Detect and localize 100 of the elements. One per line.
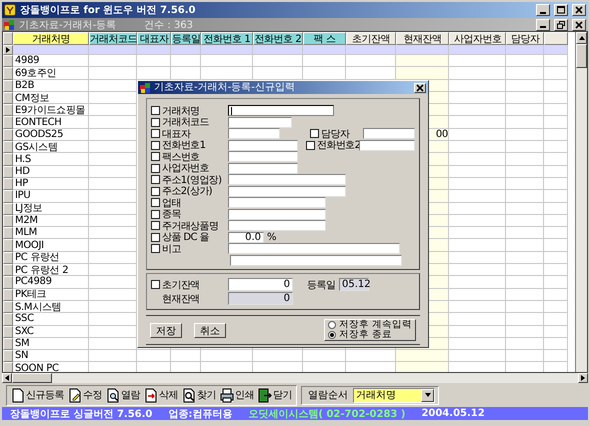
table-cell [449,116,506,129]
checkbox[interactable] [151,129,160,138]
column-header[interactable]: 팩 스 [303,32,346,45]
input-field[interactable] [228,162,298,174]
table-cell [544,178,568,190]
checkbox[interactable] [151,210,160,219]
toolbar-button[interactable]: 삭제 [143,386,179,404]
toolbar-button[interactable]: 닫기 [257,386,293,404]
checkbox[interactable] [151,175,160,184]
table-cell: S.M시스템 [13,300,89,314]
column-header[interactable] [544,32,568,45]
toolbar-button[interactable]: 인쇄 [219,386,255,404]
table-cell [449,239,506,252]
checkbox[interactable] [151,152,160,162]
field-label: 전화번호2 [317,139,359,152]
table-cell [506,239,544,252]
table-cell [506,214,544,228]
minimize-button[interactable] [536,4,550,16]
column-header[interactable]: 초기잔액 [346,32,396,45]
table-cell [506,326,544,338]
vertical-scrollbar[interactable] [575,32,587,372]
dialog-button[interactable]: 취소 [194,322,226,338]
table-cell: B2B [13,80,89,92]
toolbar-button[interactable]: 열람 [105,386,141,404]
radio-button[interactable] [328,321,336,329]
table-cell [171,45,201,55]
restore-button[interactable] [554,18,568,30]
radio-button[interactable] [328,331,336,339]
table-cell [449,104,506,116]
app-icon [4,4,16,16]
close-button[interactable] [414,82,426,92]
horizontal-scrollbar[interactable] [2,373,588,383]
table-cell [506,350,544,362]
checkbox[interactable] [151,186,160,196]
input-field[interactable] [228,116,292,128]
option-label: 저장후 종료 [338,330,392,340]
input-field[interactable] [228,197,326,208]
column-header[interactable]: 전화번호 2 [253,32,303,45]
input-field[interactable] [228,220,326,232]
table-cell [506,264,544,276]
dialog-button[interactable]: 저장 [150,322,182,338]
toolbar-button[interactable]: 수정 [67,386,103,404]
page-magnifier-icon [106,388,120,402]
checkbox[interactable] [151,164,160,173]
checkbox[interactable] [310,129,319,138]
checkbox[interactable] [306,140,315,150]
input-field[interactable]: 0.0 [228,232,264,243]
column-header[interactable]: 거래처명 [13,32,89,45]
close-button[interactable] [572,4,586,16]
checkbox[interactable] [151,118,160,127]
checkbox[interactable] [151,221,160,230]
column-header[interactable]: 담당자 [506,32,544,45]
field-label: 대표자 [162,128,192,140]
input-field[interactable] [228,128,280,140]
table-cell [506,166,544,178]
table-cell [396,362,449,372]
checkbox[interactable] [151,280,160,289]
input-field[interactable] [228,151,298,162]
scroll-thumb[interactable] [576,44,587,68]
maximize-button[interactable] [554,4,568,16]
column-header[interactable]: 등록일 [171,32,201,45]
input-field[interactable] [228,174,346,186]
table-cell [506,252,544,264]
column-header[interactable]: 전화번호 1 [201,32,253,45]
row-header[interactable] [3,45,13,55]
checkbox[interactable] [151,140,160,150]
checkbox[interactable] [151,198,160,208]
input-field[interactable] [363,128,415,140]
input-field[interactable]: 0 [228,278,293,291]
input-field[interactable] [359,140,415,151]
table-cell [346,45,396,55]
column-header[interactable]: 사업자번호 [449,32,506,45]
input-field[interactable] [230,254,402,266]
input-field[interactable] [228,186,346,197]
toolbar-button[interactable]: 찾기 [181,386,217,404]
close-button[interactable] [572,18,586,30]
checkbox[interactable] [151,244,160,254]
input-field[interactable] [228,243,400,254]
status-text: 장돌뱅이프로 싱글버전 7.56.0 [10,408,152,420]
table-cell [449,252,506,264]
table-cell [544,227,568,240]
column-header[interactable]: 현재잔액 [396,32,449,45]
scroll-thumb[interactable] [12,373,52,383]
sort-dropdown[interactable]: 거래처명 [353,388,435,402]
input-field[interactable] [228,208,326,220]
table-cell [544,141,568,154]
minimize-button[interactable] [536,18,550,30]
column-header[interactable]: 거래처코드 [89,32,137,45]
column-header[interactable]: 대표자 [137,32,171,45]
table-cell: GS시스템 [13,141,89,154]
table-cell [506,178,544,190]
toolbar-button[interactable]: 신규등록 [10,386,65,404]
input-field[interactable] [228,105,334,116]
checkbox[interactable] [151,232,160,242]
input-field[interactable] [228,140,298,151]
table-cell [253,45,303,55]
right-arrow-icon [581,375,585,381]
page-pencil-icon [68,388,82,402]
checkbox[interactable] [151,106,160,116]
close-icon [575,20,583,28]
